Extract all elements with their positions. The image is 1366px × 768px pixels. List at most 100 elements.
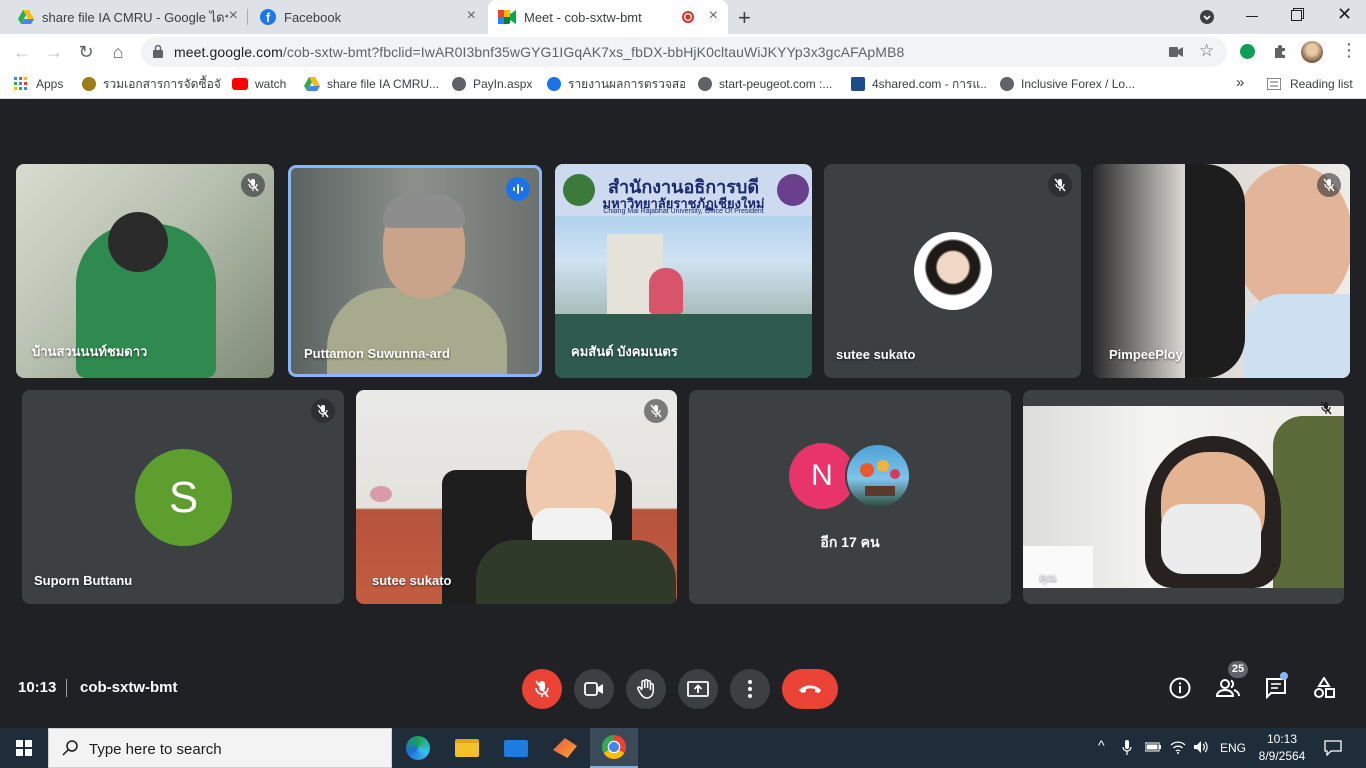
participant-tile[interactable]: PimpeePloy	[1093, 164, 1350, 378]
file-explorer-app[interactable]	[443, 728, 491, 768]
participant-tile[interactable]: บ้านสวนนนท์ชมดาว	[16, 164, 274, 378]
menu-icon[interactable]: ⋮	[1340, 40, 1358, 61]
home-icon[interactable]: ⌂	[107, 41, 129, 63]
back-icon[interactable]: ←	[11, 41, 33, 63]
bookmark-label: share file IA CMRU...	[327, 77, 440, 91]
language-indicator[interactable]: ENG	[1220, 741, 1246, 755]
forward-icon[interactable]: →	[43, 41, 65, 63]
bookmark-item[interactable]: share file IA CMRU...	[304, 75, 439, 93]
tab-title: share file IA CMRU - Google ไดรฟ์	[42, 9, 228, 25]
bookmark-item[interactable]: รวมเอกสารการจัดซื้อจั...	[82, 75, 222, 93]
present-screen-button[interactable]	[678, 669, 718, 709]
mail-app[interactable]	[492, 728, 540, 768]
balloons-avatar	[845, 443, 911, 509]
participant-tile[interactable]: สำนักงานอธิการบดี มหาวิทยาลัยราชภัฏเชียง…	[555, 164, 812, 378]
app-icon-bird[interactable]	[541, 728, 589, 768]
tab-meet[interactable]: Meet - cob-sxtw-bmt ×	[488, 0, 728, 34]
mic-off-icon	[644, 399, 668, 423]
microphone-icon[interactable]	[1122, 740, 1132, 756]
tab-google-drive[interactable]: share file IA CMRU - Google ไดรฟ์ ×	[8, 0, 248, 34]
reading-list-icon	[1267, 78, 1281, 90]
tab-title: Facebook	[284, 9, 342, 25]
participant-tile[interactable]: sutee sukato	[824, 164, 1081, 378]
more-bookmarks-button[interactable]: »	[1236, 74, 1244, 91]
participant-video	[1023, 406, 1344, 588]
bookmark-apps[interactable]: Apps	[14, 75, 63, 93]
bookmark-item[interactable]: 4shared.com - การแ...	[851, 75, 987, 93]
tab-close-icon[interactable]: ×	[229, 8, 238, 24]
apps-grid-icon	[14, 77, 27, 90]
participant-avatar	[914, 232, 992, 310]
tab-search-icon[interactable]	[1200, 10, 1214, 24]
mic-off-icon	[311, 399, 335, 423]
mic-toggle-button[interactable]	[522, 669, 562, 709]
more-options-button[interactable]	[730, 669, 770, 709]
tab-facebook[interactable]: f Facebook ×	[250, 0, 486, 34]
address-bar[interactable]: meet.google.com/cob-sxtw-bmt?fbclid=IwAR…	[141, 37, 1227, 67]
face-mask	[1161, 504, 1261, 574]
edge-app[interactable]	[394, 728, 442, 768]
minimize-icon[interactable]	[1246, 16, 1258, 17]
bookmark-label: watch	[255, 77, 287, 91]
leave-call-button[interactable]	[782, 669, 838, 709]
tab-close-icon[interactable]: ×	[467, 8, 476, 24]
bookmark-item[interactable]: PayIn.aspx	[452, 75, 532, 93]
google-drive-icon	[304, 77, 320, 91]
camera-toggle-button[interactable]	[574, 669, 614, 709]
clock-time: 10:13	[1266, 732, 1298, 746]
participant-head	[108, 212, 168, 272]
globe-icon	[698, 77, 712, 91]
close-window-icon[interactable]: ✕	[1337, 4, 1352, 25]
reading-list-button[interactable]: Reading list	[1267, 75, 1353, 93]
wifi-icon[interactable]	[1170, 740, 1186, 754]
search-icon	[62, 740, 78, 756]
reload-icon[interactable]: ↻	[75, 41, 97, 63]
reading-list-label: Reading list	[1290, 77, 1353, 91]
bookmark-star-icon[interactable]: ☆	[1199, 41, 1214, 61]
participant-tile[interactable]: คุณ	[1023, 390, 1344, 604]
chat-button[interactable]	[1263, 672, 1289, 701]
hang-up-icon	[799, 685, 821, 693]
folder-icon	[455, 739, 479, 757]
raise-hand-button[interactable]	[626, 669, 666, 709]
url-domain: meet.google.com	[174, 44, 283, 60]
volume-icon[interactable]	[1193, 740, 1209, 754]
activities-button[interactable]	[1311, 675, 1337, 701]
speaking-indicator-icon	[506, 177, 530, 201]
bookmark-item[interactable]: watch	[232, 75, 286, 93]
bookmark-item[interactable]: Inclusive Forex / Lo...	[1000, 75, 1140, 93]
mic-off-icon	[1048, 173, 1072, 197]
restore-icon[interactable]	[1291, 10, 1302, 21]
people-button[interactable]: 25	[1214, 661, 1248, 701]
balloon-icon	[860, 460, 900, 496]
plant	[1273, 416, 1344, 588]
taskbar-clock[interactable]: 10:13 8/9/2564	[1252, 731, 1312, 765]
notifications-icon[interactable]	[1324, 740, 1342, 756]
taskbar-search-box[interactable]: Type here to search	[48, 728, 392, 768]
participant-name: Suporn Buttanu	[34, 573, 133, 588]
chrome-app[interactable]	[590, 728, 638, 768]
participant-name: Puttamon Suwunna-ard	[304, 346, 450, 361]
flower-vase	[370, 486, 392, 502]
tab-close-icon[interactable]: ×	[709, 8, 718, 24]
show-hidden-icons-icon[interactable]: ^	[1098, 737, 1105, 753]
participant-tile-speaking[interactable]: Puttamon Suwunna-ard	[288, 165, 542, 377]
camera-icon[interactable]	[1169, 47, 1183, 57]
bookmark-item[interactable]: start-peugeot.com :...	[698, 75, 838, 93]
divider	[66, 679, 67, 697]
participant-tile-group[interactable]: N อีก 17 คน	[689, 390, 1011, 604]
profile-avatar[interactable]	[1301, 41, 1323, 63]
extensions-icon[interactable]	[1272, 44, 1288, 60]
camera-icon	[584, 682, 603, 696]
new-tab-button[interactable]: +	[738, 5, 751, 31]
extension-green-icon[interactable]	[1240, 44, 1255, 59]
participant-tile[interactable]: sutee sukato	[356, 390, 677, 604]
participant-tile[interactable]: S Suporn Buttanu	[22, 390, 344, 604]
meeting-details-button[interactable]	[1167, 675, 1193, 701]
tab-title: Meet - cob-sxtw-bmt	[524, 9, 642, 25]
search-placeholder: Type here to search	[89, 741, 222, 758]
chat-icon	[1266, 678, 1286, 699]
start-button[interactable]	[0, 728, 48, 768]
battery-icon[interactable]	[1145, 742, 1161, 752]
bookmark-item[interactable]: รายงานผลการตรวจสอ...	[547, 75, 685, 93]
